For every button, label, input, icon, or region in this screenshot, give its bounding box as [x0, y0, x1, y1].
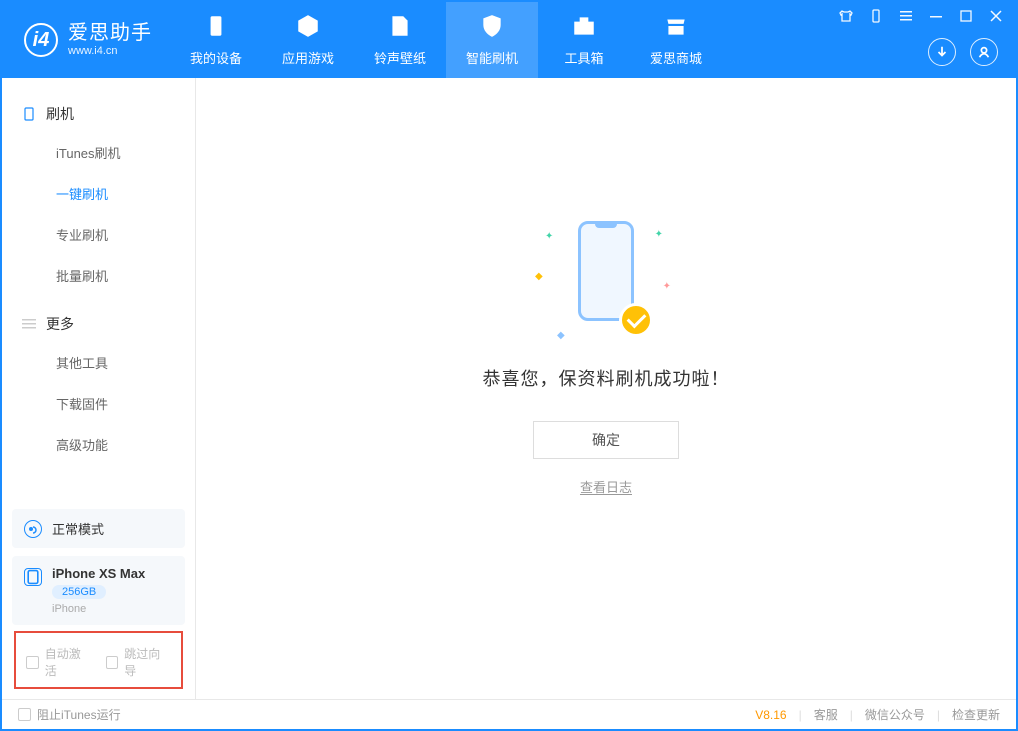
nav-label: 应用游戏 [282, 48, 334, 67]
separator: | [850, 708, 853, 722]
mobile-icon[interactable] [868, 8, 884, 24]
sparkle-icon: ◆ [535, 271, 543, 282]
download-button[interactable] [928, 38, 956, 66]
sidebar-item-pro[interactable]: 专业刷机 [2, 214, 195, 255]
app-title: 爱思助手 [68, 21, 152, 45]
separator: | [937, 708, 940, 722]
group-title: 刷机 [46, 104, 74, 124]
main-content: ✦ ◆ ✦ ✦ ◆ 恭喜您，保资料刷机成功啦！ 确定 查看日志 [196, 78, 1016, 699]
options-row: 自动激活 跳过向导 [14, 631, 183, 689]
user-button[interactable] [970, 38, 998, 66]
shield-refresh-icon [479, 13, 505, 42]
header-right [838, 2, 1016, 78]
maximize-icon[interactable] [958, 8, 974, 24]
nav-tab-toolbox[interactable]: 工具箱 [538, 2, 630, 78]
app-body: 刷机 iTunes刷机 一键刷机 专业刷机 批量刷机 更多 其他工具 下载固件 … [2, 78, 1016, 699]
sidebar-item-tools[interactable]: 其他工具 [2, 342, 195, 383]
checkbox-icon [26, 656, 39, 669]
device-info: iPhone XS Max 256GB iPhone [52, 566, 145, 615]
app-subtitle: www.i4.cn [68, 45, 152, 58]
logo-text: 爱思助手 www.i4.cn [68, 21, 152, 58]
nav-tab-apps[interactable]: 应用游戏 [262, 2, 354, 78]
logo-section: i4 爱思助手 www.i4.cn [2, 2, 170, 78]
footer-bar: 阻止iTunes运行 V8.16 | 客服 | 微信公众号 | 检查更新 [2, 699, 1016, 729]
sidebar-item-advanced[interactable]: 高级功能 [2, 424, 195, 465]
nav-tab-store[interactable]: 爱思商城 [630, 2, 722, 78]
success-message: 恭喜您，保资料刷机成功啦！ [483, 365, 730, 391]
sparkle-icon: ◆ [557, 330, 565, 341]
separator: | [799, 708, 802, 722]
nav-tabs: 我的设备 应用游戏 铃声壁纸 智能刷机 工具箱 爱思商城 [170, 2, 722, 78]
sparkle-icon: ✦ [545, 231, 553, 242]
close-icon[interactable] [988, 8, 1004, 24]
status-card[interactable]: 正常模式 [12, 509, 185, 548]
support-link[interactable]: 客服 [814, 706, 838, 723]
list-icon [22, 317, 36, 331]
nav-label: 我的设备 [190, 48, 242, 67]
sparkle-icon: ✦ [655, 229, 663, 240]
nav-label: 智能刷机 [466, 48, 518, 67]
music-file-icon [387, 13, 413, 42]
header-actions [928, 38, 998, 66]
cube-icon [295, 13, 321, 42]
sidebar-bottom: 正常模式 iPhone XS Max 256GB iPhone 自动激活 跳过向… [2, 499, 195, 699]
footer-right: V8.16 | 客服 | 微信公众号 | 检查更新 [755, 706, 1000, 723]
update-link[interactable]: 检查更新 [952, 706, 1000, 723]
device-storage: 256GB [52, 585, 106, 599]
shirt-icon[interactable] [838, 8, 854, 24]
checkbox-icon [18, 708, 31, 721]
minimize-icon[interactable] [928, 8, 944, 24]
device-card[interactable]: iPhone XS Max 256GB iPhone [12, 556, 185, 625]
success-badge-icon [619, 303, 653, 337]
device-name: iPhone XS Max [52, 566, 145, 581]
checkbox-block-itunes[interactable]: 阻止iTunes运行 [18, 706, 121, 723]
sidebar-item-firmware[interactable]: 下载固件 [2, 383, 195, 424]
sidebar: 刷机 iTunes刷机 一键刷机 专业刷机 批量刷机 更多 其他工具 下载固件 … [2, 78, 196, 699]
device-small-icon [24, 568, 42, 586]
menu-icon[interactable] [898, 8, 914, 24]
device-type: iPhone [52, 603, 145, 615]
sidebar-item-oneclick[interactable]: 一键刷机 [2, 173, 195, 214]
toolbox-icon [571, 13, 597, 42]
view-log-link[interactable]: 查看日志 [580, 477, 632, 496]
checkbox-label: 跳过向导 [124, 645, 171, 679]
window-controls [838, 8, 1004, 24]
checkbox-label: 阻止iTunes运行 [37, 706, 121, 723]
sidebar-item-batch[interactable]: 批量刷机 [2, 255, 195, 296]
sidebar-item-itunes[interactable]: iTunes刷机 [2, 132, 195, 173]
device-icon [22, 107, 36, 121]
nav-tab-device[interactable]: 我的设备 [170, 2, 262, 78]
store-icon [663, 13, 689, 42]
status-icon [24, 520, 42, 538]
version-label: V8.16 [755, 708, 786, 722]
checkbox-auto-activate[interactable]: 自动激活 [26, 645, 92, 679]
nav-label: 工具箱 [564, 48, 603, 67]
status-label: 正常模式 [52, 519, 104, 538]
logo-icon: i4 [24, 23, 58, 57]
nav-tab-flash[interactable]: 智能刷机 [446, 2, 538, 78]
success-illustration: ✦ ◆ ✦ ✦ ◆ [531, 221, 681, 341]
confirm-button[interactable]: 确定 [533, 421, 679, 459]
sidebar-group-flash: 刷机 [2, 96, 195, 132]
sidebar-group-more: 更多 [2, 306, 195, 342]
phone-icon [203, 13, 229, 42]
checkbox-label: 自动激活 [45, 645, 92, 679]
app-header: i4 爱思助手 www.i4.cn 我的设备 应用游戏 铃声壁纸 智能刷机 工具… [2, 2, 1016, 78]
nav-tab-ringtone[interactable]: 铃声壁纸 [354, 2, 446, 78]
nav-label: 铃声壁纸 [374, 48, 426, 67]
nav-label: 爱思商城 [650, 48, 702, 67]
checkbox-icon [106, 656, 119, 669]
group-title: 更多 [46, 314, 74, 334]
sparkle-icon: ✦ [663, 281, 671, 292]
checkbox-skip-guide[interactable]: 跳过向导 [106, 645, 172, 679]
wechat-link[interactable]: 微信公众号 [865, 706, 925, 723]
